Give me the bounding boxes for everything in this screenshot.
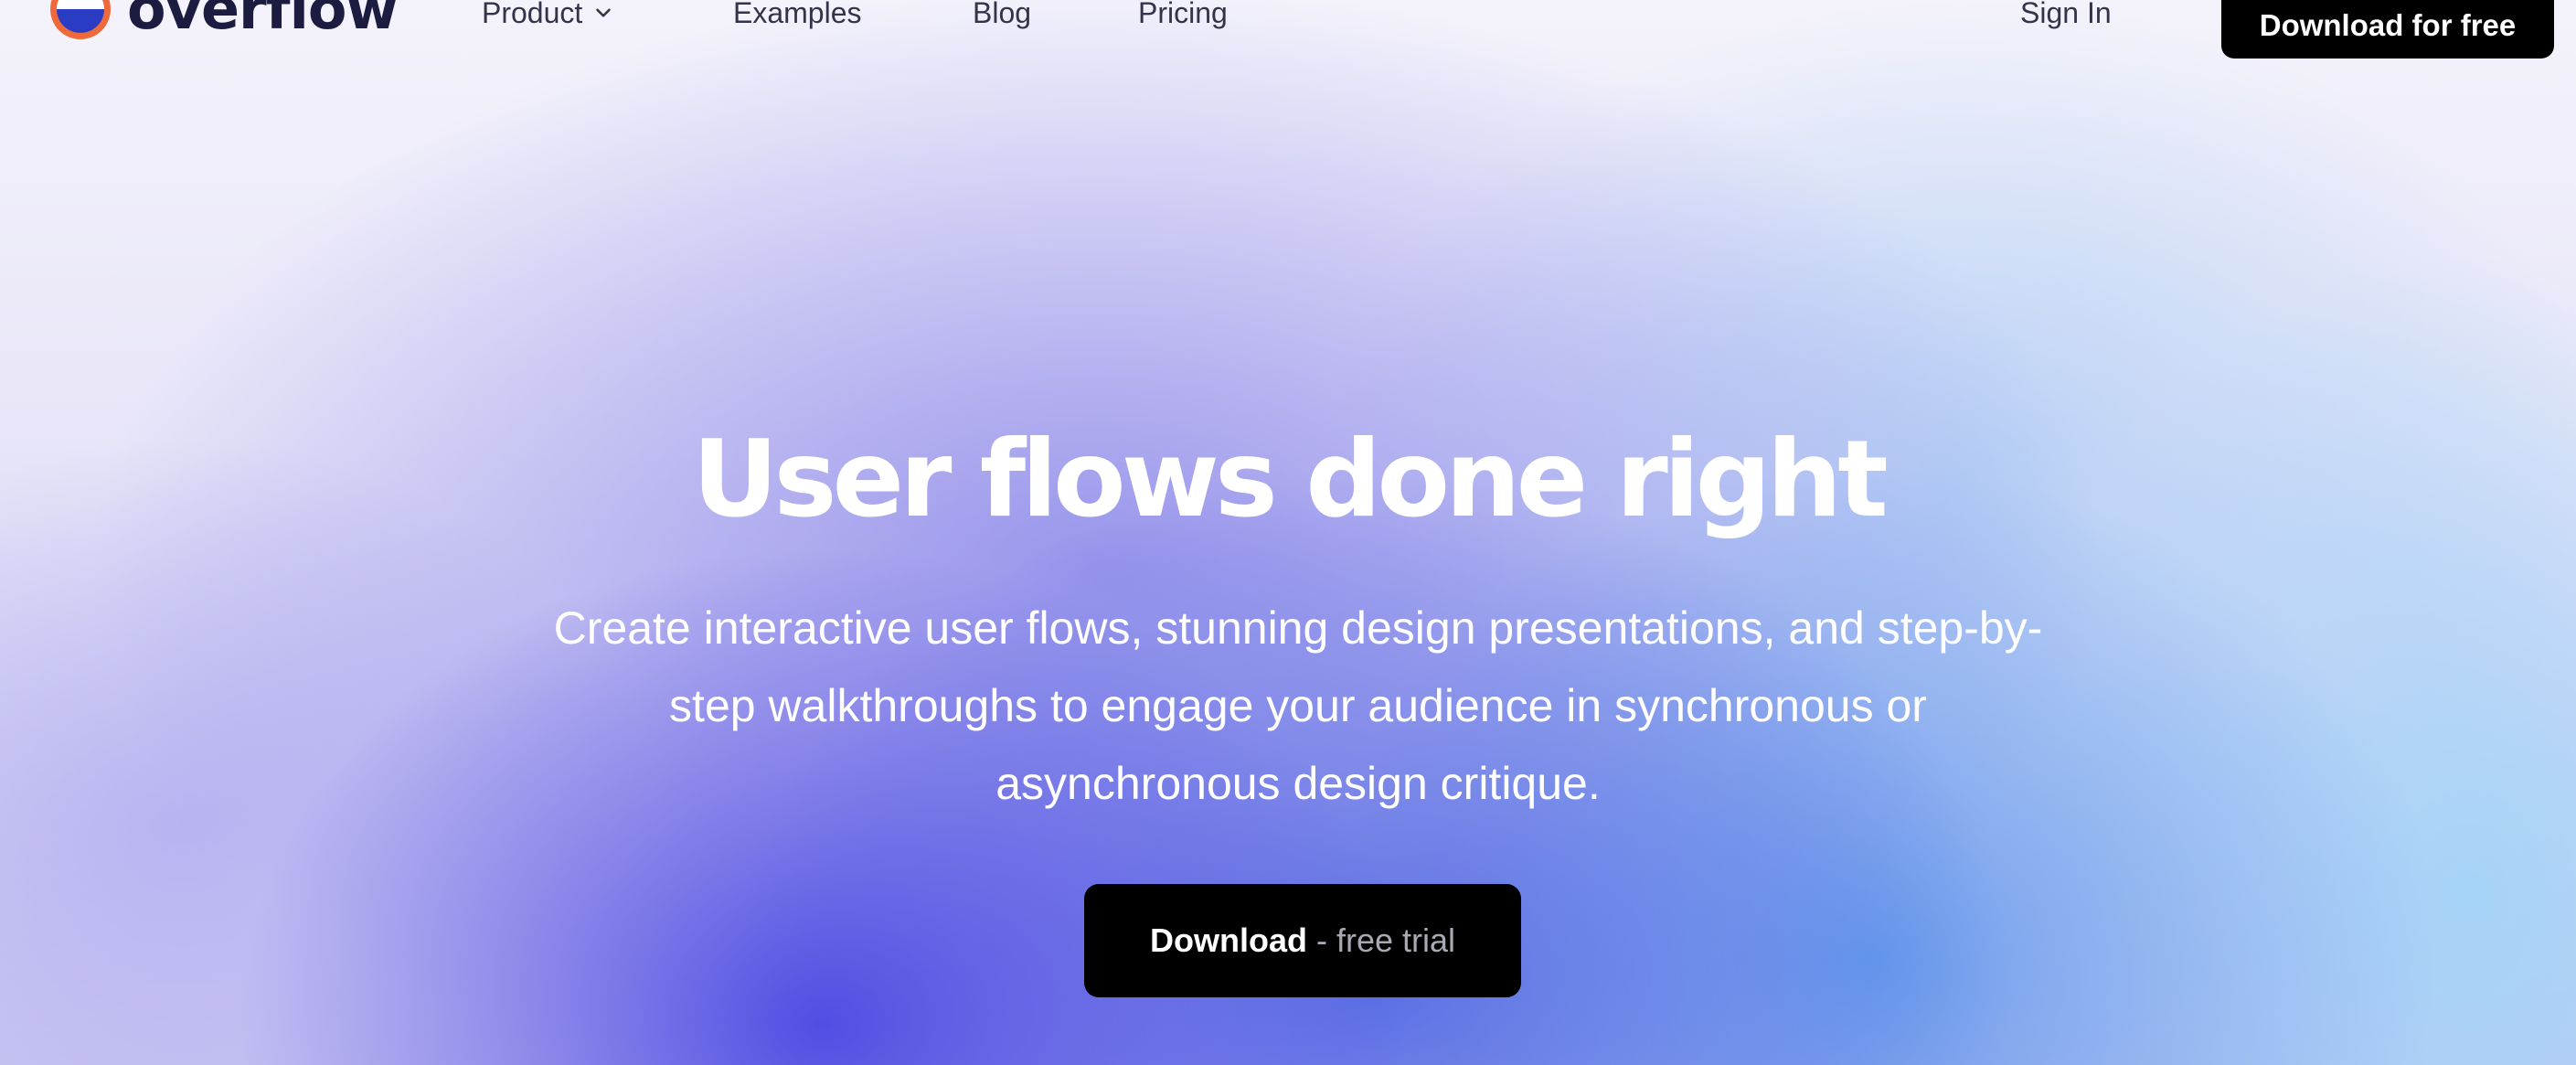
brand-logo[interactable]: overflow [50, 0, 399, 43]
nav-pricing-label: Pricing [1138, 0, 1228, 29]
hero-subtitle-line: step walkthroughs to engage your audienc… [669, 680, 1927, 731]
nav-examples[interactable]: Examples [733, 0, 862, 31]
nav-blog[interactable]: Blog [973, 0, 1031, 31]
hero-title: User flows done right [692, 418, 1888, 541]
download-for-free-button[interactable]: Download for free [2221, 0, 2554, 59]
hero-subtitle-line: asynchronous design critique. [995, 758, 1601, 809]
hero-subtitle: Create interactive user flows, stunning … [439, 590, 2157, 823]
nav-blog-label: Blog [973, 0, 1032, 29]
hero-subtitle-line: Create interactive user flows, stunning … [553, 602, 2043, 654]
sign-in-link[interactable]: Sign In [2020, 0, 2112, 31]
nav-pricing[interactable]: Pricing [1138, 0, 1228, 31]
overflow-logo-icon [50, 0, 111, 39]
download-free-trial-button[interactable]: Download - free trial [1084, 884, 1521, 997]
brand-name: overflow [127, 0, 399, 42]
nav-examples-label: Examples [733, 0, 862, 29]
nav-product[interactable]: Product [482, 0, 615, 31]
cta-primary-label: Download [1149, 921, 1307, 959]
top-navigation: overflow Product Examples Blog Pricing S… [0, 0, 2576, 64]
chevron-down-icon [596, 8, 612, 17]
nav-product-label: Product [482, 0, 583, 29]
cta-secondary-label: - free trial [1315, 921, 1456, 959]
